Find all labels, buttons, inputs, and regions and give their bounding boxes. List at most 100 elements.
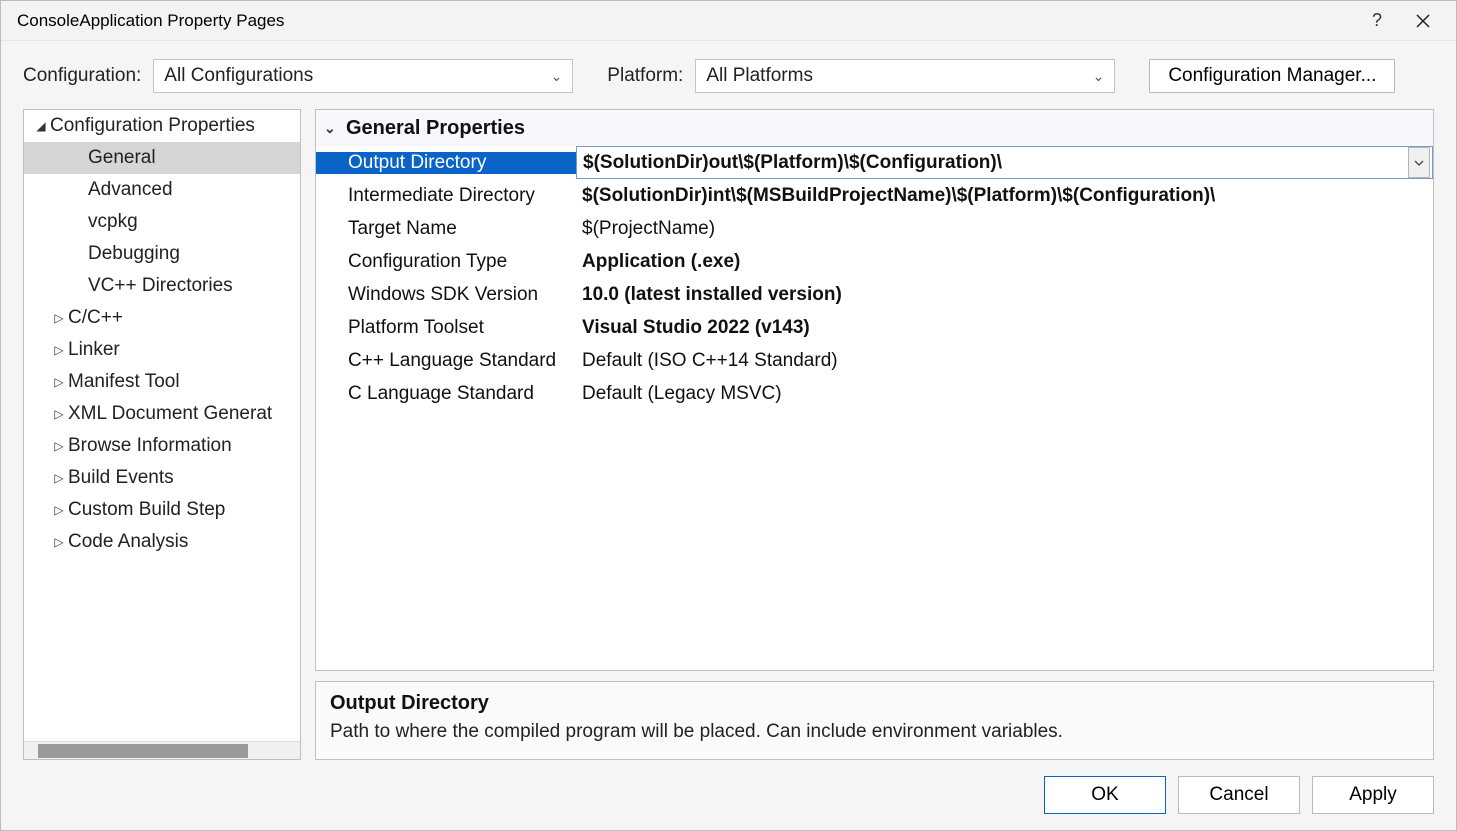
help-title: Output Directory [330, 692, 1419, 715]
property-label: C++ Language Standard [316, 350, 576, 372]
tree-item[interactable]: Advanced [24, 174, 300, 206]
property-grid: ⌄ General Properties Output Directory $(S… [315, 109, 1434, 671]
property-value-text: 10.0 (latest installed version) [582, 284, 842, 305]
tree-item-label: Advanced [88, 179, 173, 201]
config-toolbar: Configuration: All Configurations ⌄ Plat… [1, 41, 1456, 103]
caret-right-icon: ▷ [52, 375, 66, 389]
ok-button[interactable]: OK [1044, 776, 1166, 814]
caret-right-icon: ▷ [52, 343, 66, 357]
tree-item-label: General [88, 147, 156, 169]
tree-item[interactable]: ▷Linker [24, 334, 300, 366]
tree-item-label: Manifest Tool [68, 371, 180, 393]
titlebar: ConsoleApplication Property Pages ? [1, 1, 1456, 41]
tree-item[interactable]: vcpkg [24, 206, 300, 238]
tree-item[interactable]: General [24, 142, 300, 174]
tree-item[interactable]: ▷C/C++ [24, 302, 300, 334]
property-value[interactable]: Default (Legacy MSVC) [576, 383, 1433, 405]
caret-right-icon: ▷ [52, 407, 66, 421]
dialog-body: ◢ Configuration Properties General Advanc… [1, 103, 1456, 770]
tree-item[interactable]: ▷XML Document Generat [24, 398, 300, 430]
property-label: Configuration Type [316, 251, 576, 273]
chevron-down-icon: ⌄ [1093, 68, 1105, 85]
tree-item-label: Linker [68, 339, 120, 361]
tree-item[interactable]: Debugging [24, 238, 300, 270]
window-title: ConsoleApplication Property Pages [17, 11, 1354, 31]
property-value-text: Visual Studio 2022 (v143) [582, 317, 810, 338]
help-panel: Output Directory Path to where the compi… [315, 681, 1434, 760]
property-label: Target Name [316, 218, 576, 240]
tree-root-label: Configuration Properties [50, 115, 255, 137]
configuration-label: Configuration: [23, 65, 141, 87]
caret-right-icon: ▷ [52, 503, 66, 517]
nav-tree-scroll[interactable]: ◢ Configuration Properties General Advanc… [24, 110, 300, 741]
dialog-footer: OK Cancel Apply [1, 770, 1456, 830]
platform-dropdown[interactable]: All Platforms ⌄ [695, 59, 1115, 93]
property-row[interactable]: Configuration Type Application (.exe) [316, 245, 1433, 278]
apply-button[interactable]: Apply [1312, 776, 1434, 814]
cancel-button[interactable]: Cancel [1178, 776, 1300, 814]
tree-item[interactable]: ▷Manifest Tool [24, 366, 300, 398]
platform-value: All Platforms [706, 65, 813, 87]
value-dropdown-button[interactable] [1408, 147, 1430, 178]
platform-label: Platform: [607, 65, 683, 87]
tree-item[interactable]: ▷Browse Information [24, 430, 300, 462]
property-row[interactable]: Output Directory $(SolutionDir)out\$(Plat… [316, 146, 1433, 179]
property-row[interactable]: C++ Language Standard Default (ISO C++14 … [316, 344, 1433, 377]
property-value[interactable]: 10.0 (latest installed version) [576, 284, 1433, 306]
chevron-down-icon: ⌄ [324, 120, 346, 137]
property-value[interactable]: Visual Studio 2022 (v143) [576, 317, 1433, 339]
help-description: Path to where the compiled program will … [330, 721, 1419, 743]
tree-item-label: Build Events [68, 467, 174, 489]
tree-horizontal-scrollbar[interactable] [24, 741, 300, 759]
configuration-dropdown[interactable]: All Configurations ⌄ [153, 59, 573, 93]
close-icon[interactable] [1400, 1, 1446, 41]
right-pane: ⌄ General Properties Output Directory $(S… [315, 109, 1434, 760]
property-value[interactable]: Default (ISO C++14 Standard) [576, 350, 1433, 372]
property-row[interactable]: Windows SDK Version 10.0 (latest installe… [316, 278, 1433, 311]
caret-right-icon: ▷ [52, 471, 66, 485]
caret-right-icon: ▷ [52, 535, 66, 549]
property-value-text: $(SolutionDir)out\$(Platform)\$(Configur… [583, 152, 1002, 174]
tree-item-label: vcpkg [88, 211, 138, 233]
tree-item[interactable]: ▷Build Events [24, 462, 300, 494]
property-label: Windows SDK Version [316, 284, 576, 306]
property-value[interactable]: $(SolutionDir)out\$(Platform)\$(Configur… [576, 146, 1433, 179]
property-label: Output Directory [316, 152, 576, 174]
tree-item-label: VC++ Directories [88, 275, 233, 297]
property-value[interactable]: $(ProjectName) [576, 218, 1433, 240]
scrollbar-thumb[interactable] [38, 744, 248, 758]
help-icon[interactable]: ? [1354, 1, 1400, 41]
tree-item-label: Browse Information [68, 435, 232, 457]
section-title: General Properties [346, 117, 525, 140]
tree-item-label: XML Document Generat [68, 403, 272, 425]
tree-item[interactable]: ▷Code Analysis [24, 526, 300, 558]
property-row[interactable]: Target Name $(ProjectName) [316, 212, 1433, 245]
property-row[interactable]: C Language Standard Default (Legacy MSVC) [316, 377, 1433, 410]
caret-right-icon: ▷ [52, 439, 66, 453]
tree-item[interactable]: ▷Custom Build Step [24, 494, 300, 526]
property-pages-dialog: ConsoleApplication Property Pages ? Conf… [0, 0, 1457, 831]
property-value[interactable]: Application (.exe) [576, 251, 1433, 273]
property-value-text: $(SolutionDir)int\$(MSBuildProjectName)\… [582, 185, 1215, 206]
property-value-text: Default (ISO C++14 Standard) [582, 350, 838, 371]
property-value[interactable]: $(SolutionDir)int\$(MSBuildProjectName)\… [576, 185, 1433, 207]
configuration-manager-button[interactable]: Configuration Manager... [1149, 59, 1395, 93]
tree-root[interactable]: ◢ Configuration Properties [24, 110, 300, 142]
tree-item[interactable]: VC++ Directories [24, 270, 300, 302]
caret-down-icon: ◢ [34, 119, 48, 133]
property-value-text: Default (Legacy MSVC) [582, 383, 782, 404]
grid-section-header[interactable]: ⌄ General Properties [316, 110, 1433, 146]
nav-tree: ◢ Configuration Properties General Advanc… [23, 109, 301, 760]
property-label: C Language Standard [316, 383, 576, 405]
property-value-text: Application (.exe) [582, 251, 740, 272]
caret-right-icon: ▷ [52, 311, 66, 325]
property-label: Platform Toolset [316, 317, 576, 339]
property-value-text: $(ProjectName) [582, 218, 715, 239]
tree-item-label: Code Analysis [68, 531, 188, 553]
property-row[interactable]: Platform Toolset Visual Studio 2022 (v143… [316, 311, 1433, 344]
property-row[interactable]: Intermediate Directory $(SolutionDir)int\… [316, 179, 1433, 212]
tree-item-label: Custom Build Step [68, 499, 225, 521]
chevron-down-icon: ⌄ [551, 68, 563, 85]
configuration-value: All Configurations [164, 65, 313, 87]
property-label: Intermediate Directory [316, 185, 576, 207]
